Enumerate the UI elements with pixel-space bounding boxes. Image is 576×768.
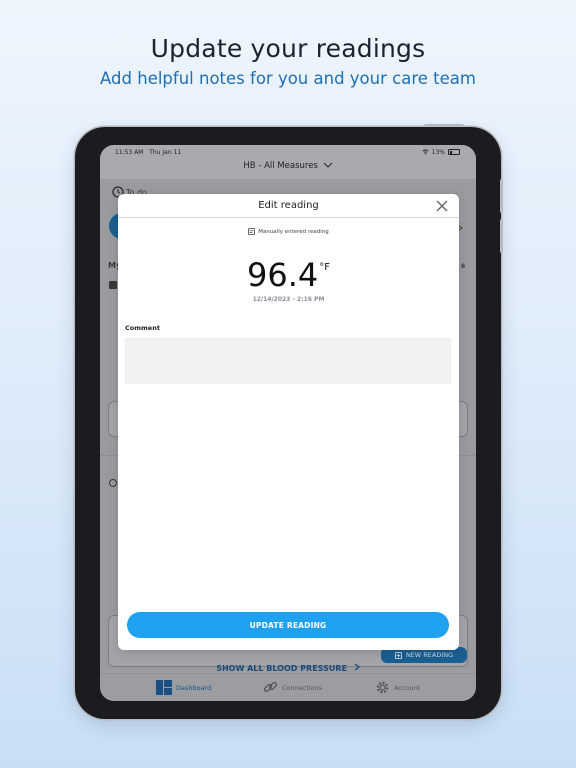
status-date: Thu Jan 11 xyxy=(149,149,182,156)
close-button[interactable] xyxy=(435,198,449,212)
tab-bar: Dashboard Connections Account xyxy=(100,673,476,701)
reading-unit: °F xyxy=(319,262,330,273)
tab-account-label: Account xyxy=(394,683,421,692)
reading-number: 96.4 xyxy=(246,256,319,294)
tablet-volume-down xyxy=(500,219,503,253)
bp-icon xyxy=(109,479,117,487)
tablet-volume-up xyxy=(500,179,503,213)
manual-entry-label: Manually entered reading xyxy=(258,228,329,235)
dashboard-icon xyxy=(156,680,172,695)
reading-timestamp: 12/14/2023 - 2:16 PM xyxy=(252,296,325,303)
scale-icon xyxy=(109,281,117,289)
promo-subline: Add helpful notes for you and your care … xyxy=(100,69,476,88)
promo-headline: Update your readings xyxy=(150,34,426,63)
reading-value: 96.4°F xyxy=(118,256,459,294)
tab-account[interactable]: Account xyxy=(375,680,420,695)
tab-connections-label: Connections xyxy=(282,683,323,692)
show-all-bp-link[interactable]: SHOW ALL BLOOD PRESSURE xyxy=(100,663,476,673)
comment-label: Comment xyxy=(125,324,160,332)
wifi-icon xyxy=(422,149,429,155)
update-reading-button[interactable]: UPDATE READING xyxy=(127,612,449,638)
manual-entry-note: Manually entered reading xyxy=(118,228,459,235)
nav-title-dropdown[interactable]: HB - All Measures xyxy=(100,159,476,179)
link-icon xyxy=(263,681,278,693)
comment-input[interactable] xyxy=(125,338,451,384)
status-time: 11:53 AM xyxy=(115,149,144,156)
battery-icon xyxy=(448,149,460,155)
gear-icon xyxy=(376,681,389,694)
chevron-down-icon xyxy=(323,162,332,168)
status-bar: 11:53 AM Thu Jan 11 13% xyxy=(100,145,476,159)
battery-percent: 13% xyxy=(431,148,445,156)
tab-dashboard[interactable]: Dashboard xyxy=(156,680,211,695)
new-reading-icon xyxy=(394,651,402,659)
close-icon xyxy=(436,200,448,212)
edit-reading-modal: Edit reading Manually entered reading 96… xyxy=(118,194,459,650)
nav-title: HB - All Measures xyxy=(243,161,318,171)
modal-title: Edit reading xyxy=(258,200,319,211)
modal-header: Edit reading xyxy=(118,194,459,218)
manual-entry-icon xyxy=(248,228,256,235)
new-reading-label: NEW READING xyxy=(405,651,454,659)
update-reading-label: UPDATE READING xyxy=(249,620,327,630)
tab-dashboard-label: Dashboard xyxy=(176,683,212,692)
show-all-label: SHOW ALL BLOOD PRESSURE xyxy=(216,664,347,673)
chevron-right-icon xyxy=(354,663,360,671)
tab-connections[interactable]: Connections xyxy=(263,680,322,695)
